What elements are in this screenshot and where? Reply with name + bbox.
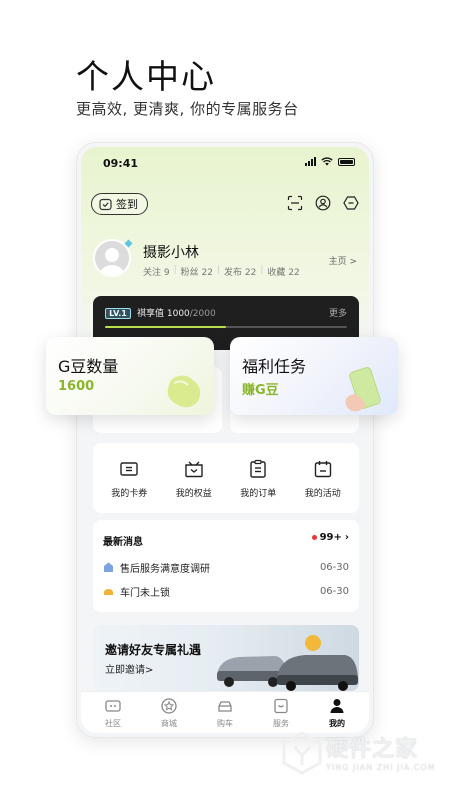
message-date: 06-30 [319, 561, 349, 573]
quick-orders[interactable]: 我的订单 [228, 458, 288, 499]
message-text: 售后服务满意度调研 [120, 563, 210, 575]
invite-banner[interactable]: 邀请好友专属礼遇 立即邀请> [93, 625, 359, 691]
coupon-icon [120, 461, 138, 476]
stat-favorites[interactable]: 收藏 22 [267, 265, 299, 278]
level-more-link[interactable]: 更多 [329, 306, 347, 319]
car-illustration-icon [217, 635, 358, 691]
car-door-icon [104, 588, 113, 595]
gdou-title: G豆数量 [58, 357, 119, 376]
quick-activities-label: 我的活动 [304, 488, 341, 499]
message-text: 车门未上锁 [120, 587, 170, 599]
community-icon [105, 699, 121, 712]
profile-stats: 关注 9 | 粉丝 22 | 发布 22 | 收藏 22 [143, 265, 300, 278]
app-screen: 09:41 签到 摄影小林 关注 9 | 粉丝 22 | 发布 22 | 收藏 … [81, 147, 369, 733]
tab-mall[interactable]: 商城 [144, 692, 194, 733]
status-icons [305, 157, 355, 166]
quick-coupons-label: 我的卡券 [111, 488, 148, 499]
chevron-right-icon: › [344, 532, 349, 543]
service-icon [274, 698, 288, 713]
messages-count-value: 99+ [319, 532, 342, 543]
verified-badge-icon [124, 239, 133, 248]
scan-icon[interactable] [287, 195, 303, 211]
settings-hex-icon[interactable] [343, 195, 359, 211]
page-subtitle: 更高效, 更清爽, 你的专属服务台 [76, 100, 299, 118]
battery-icon [338, 157, 355, 166]
welfare-title: 福利任务 [242, 357, 307, 376]
status-bar: 09:41 [81, 147, 369, 179]
tab-label: 社区 [105, 718, 121, 728]
gdou-value: 1600 [58, 379, 95, 394]
welfare-value: 赚G豆 [242, 383, 279, 398]
level-progress-fill [105, 326, 226, 328]
checkin-icon [99, 198, 112, 210]
user-circle-icon[interactable] [315, 195, 331, 211]
stat-posts[interactable]: 发布 22 [224, 265, 256, 278]
mall-icon [161, 697, 177, 714]
header-actions [287, 195, 359, 211]
quick-actions: 我的卡券 我的权益 我的订单 我的活动 [93, 443, 359, 513]
stat-divider: | [173, 265, 177, 275]
activity-icon [314, 460, 331, 477]
tab-label: 商城 [161, 718, 177, 728]
tab-community[interactable]: 社区 [88, 692, 138, 733]
phone-hand-icon [345, 367, 381, 412]
messages-count[interactable]: 99+ › [311, 532, 349, 543]
tab-car[interactable]: 购车 [200, 692, 250, 733]
homepage-link[interactable]: 主页 > [329, 254, 357, 267]
checkin-label: 签到 [116, 198, 138, 211]
bean-icon [167, 375, 201, 408]
message-item[interactable]: 车门未上锁 06-30 [103, 582, 349, 600]
checkin-button[interactable]: 签到 [91, 193, 148, 215]
watermark: 硬件之家 YING JIAN ZHI JIA.COM [282, 727, 442, 783]
tab-label: 购车 [217, 718, 233, 728]
latest-messages: 最新消息 99+ › 售后服务满意度调研 06-30 车门未上锁 06-30 [93, 520, 359, 612]
stat-followers[interactable]: 粉丝 22 [181, 265, 213, 278]
survey-icon [104, 562, 113, 572]
quick-benefits[interactable]: 我的权益 [164, 458, 224, 499]
quick-benefits-label: 我的权益 [175, 488, 212, 499]
username: 摄影小林 [143, 245, 199, 261]
signal-icon [305, 157, 316, 166]
level-label: 祺享值 1000/2000 [137, 309, 216, 319]
message-item[interactable]: 售后服务满意度调研 06-30 [103, 558, 349, 576]
gdou-card[interactable]: G豆数量 1600 [46, 337, 214, 415]
unread-dot-icon [311, 535, 317, 540]
invite-title: 邀请好友专属礼遇 [105, 643, 202, 657]
level-badge: LV.1 [105, 308, 131, 319]
invite-link[interactable]: 立即邀请> [105, 661, 153, 676]
orders-icon [250, 459, 266, 478]
level-progress-bar [105, 326, 347, 328]
benefits-icon [185, 461, 203, 477]
wifi-icon [321, 157, 333, 166]
messages-title: 最新消息 [103, 537, 143, 548]
watermark-title: 硬件之家 [326, 737, 419, 762]
watermark-logo-icon [282, 731, 322, 775]
quick-coupons[interactable]: 我的卡券 [99, 458, 159, 499]
stat-divider: | [260, 265, 264, 275]
message-date: 06-30 [319, 585, 349, 597]
quick-orders-label: 我的订单 [240, 488, 277, 499]
watermark-subtitle: YING JIAN ZHI JIA.COM [326, 763, 436, 772]
stat-divider: | [216, 265, 221, 275]
car-icon [218, 700, 232, 712]
phone-frame: 09:41 签到 摄影小林 关注 9 | 粉丝 22 | 发布 22 | 收藏 … [76, 142, 374, 738]
stat-following[interactable]: 关注 9 [143, 265, 170, 278]
welfare-card[interactable]: 福利任务 赚G豆 [230, 337, 398, 415]
me-icon [330, 698, 344, 713]
status-time: 09:41 [103, 157, 139, 170]
quick-activities[interactable]: 我的活动 [293, 458, 353, 499]
page-title: 个人中心 [76, 57, 216, 96]
